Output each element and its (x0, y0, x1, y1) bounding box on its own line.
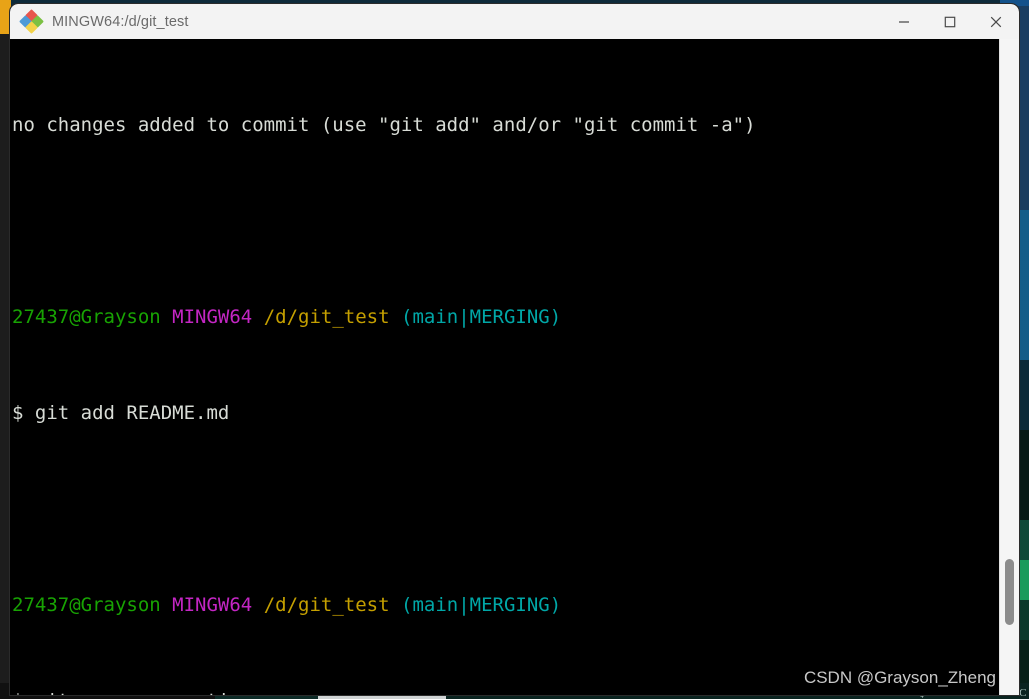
mingw64-terminal-window: MINGW64:/d/git_test no changes added to … (10, 4, 1019, 695)
prompt-line-2: 27437@Grayson MINGW64 /d/git_test (main|… (12, 593, 1000, 617)
command-line-git-add: $ git add README.md (12, 401, 1000, 425)
command-text: git merge --continue (35, 690, 264, 695)
prompt-shell: MINGW64 (172, 306, 253, 328)
prompt-sigil: $ (12, 690, 23, 695)
output-line-status: no changes added to commit (use "git add… (12, 113, 1000, 137)
status-text: no changes added to commit (use "git add… (12, 114, 756, 136)
prompt-path: /d/git_test (263, 306, 390, 328)
close-button[interactable] (973, 4, 1019, 39)
prompt-path: /d/git_test (263, 594, 390, 616)
command-line-merge-continue: $ git merge --continue (12, 689, 1000, 695)
terminal-text-buffer: no changes added to commit (use "git add… (12, 41, 1000, 695)
command-text: git add README.md (34, 402, 230, 424)
window-controls (881, 4, 1019, 39)
window-titlebar[interactable]: MINGW64:/d/git_test (10, 4, 1019, 40)
maximize-icon (944, 16, 956, 27)
minimize-icon (899, 20, 909, 23)
scrollbar-thumb[interactable] (1005, 559, 1014, 625)
git-bash-diamond-icon (19, 8, 44, 34)
prompt-user-host: 27437@Grayson (12, 594, 161, 616)
prompt-branch: (main|MERGING) (401, 594, 562, 616)
prompt-branch: (main|MERGING) (401, 306, 562, 328)
prompt-line-1: 27437@Grayson MINGW64 /d/git_test (main|… (12, 305, 1000, 329)
window-title: MINGW64:/d/git_test (52, 13, 189, 30)
maximize-button[interactable] (927, 4, 973, 39)
terminal-scrollbar[interactable] (999, 39, 1019, 695)
prompt-shell: MINGW64 (172, 594, 253, 616)
prompt-user-host: 27437@Grayson (12, 306, 161, 328)
minimize-button[interactable] (881, 4, 927, 39)
terminal-output-area[interactable]: no changes added to commit (use "git add… (10, 39, 1019, 695)
prompt-sigil: $ (12, 402, 24, 424)
close-icon (990, 16, 1002, 27)
